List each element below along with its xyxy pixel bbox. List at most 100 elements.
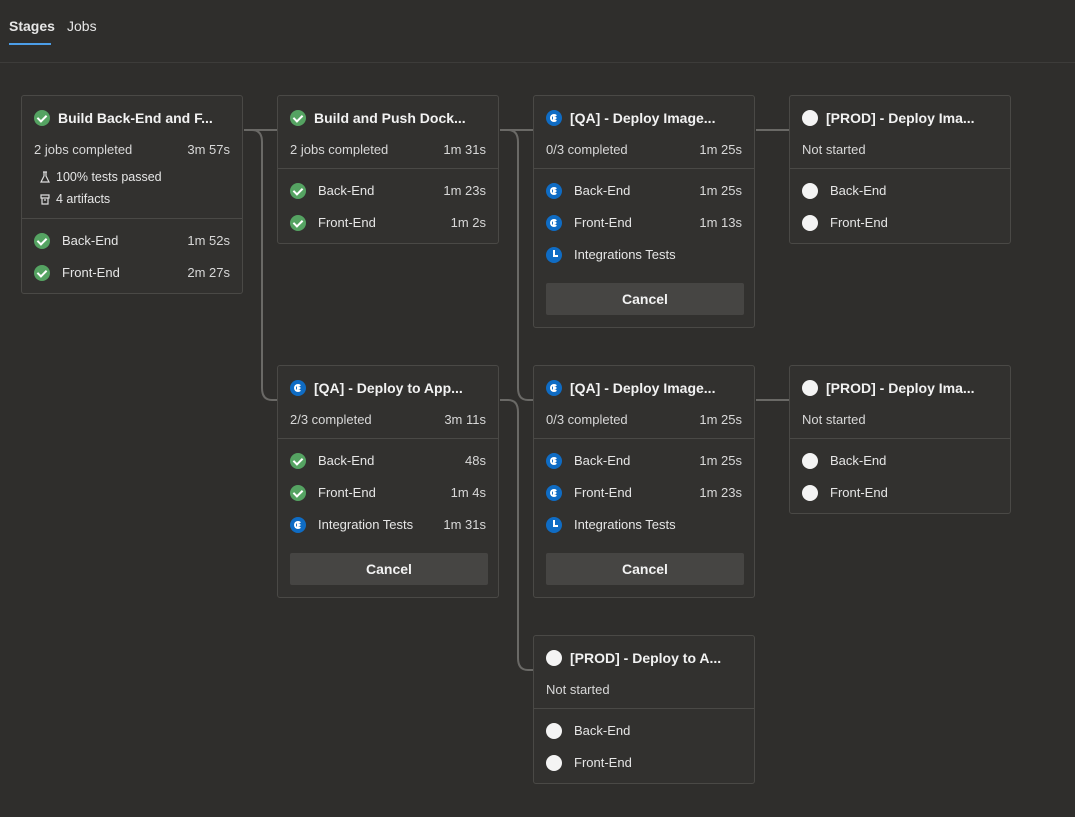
job-row-front-end[interactable]: Front-End 2m 27s — [22, 257, 242, 289]
cancel-button[interactable]: Cancel — [290, 553, 488, 585]
job-row-front-end[interactable]: Front-End 1m 13s — [534, 207, 754, 239]
job-name: Back-End — [574, 183, 631, 198]
job-name: Back-End — [62, 233, 119, 248]
stage-title: [QA] - Deploy Image... — [570, 380, 716, 396]
stage-duration: 3m 57s — [187, 142, 230, 157]
tab-jobs[interactable]: Jobs — [67, 18, 97, 34]
stage-summary: 2 jobs completed — [290, 142, 389, 157]
stage-title: [QA] - Deploy Image... — [570, 110, 716, 126]
stage-summary: Not started — [802, 412, 866, 427]
stage-duration: 3m 11s — [444, 412, 486, 427]
job-name: Back-End — [574, 453, 631, 468]
job-duration: 1m 25s — [699, 453, 742, 468]
job-row-front-end[interactable]: Front-End — [790, 207, 1010, 239]
connector-qa-app-to-prod-app — [500, 399, 533, 671]
job-name: Front-End — [318, 485, 376, 500]
job-name: Front-End — [574, 755, 632, 770]
running-icon — [546, 485, 562, 501]
not-started-icon — [546, 723, 562, 739]
running-icon — [546, 380, 562, 396]
job-row-front-end[interactable]: Front-End — [534, 747, 754, 779]
stage-duration: 1m 25s — [699, 412, 742, 427]
running-icon — [546, 110, 562, 126]
stage-title: Build Back-End and F... — [58, 110, 213, 126]
stage-title: Build and Push Dock... — [314, 110, 466, 126]
job-row-integration-tests[interactable]: Integration Tests 1m 31s — [278, 509, 498, 541]
stage-summary: 2/3 completed — [290, 412, 372, 427]
stage-card-prod-deploy-image-1[interactable]: [PROD] - Deploy Ima... Not started Back-… — [789, 95, 1011, 244]
active-tab-indicator — [9, 43, 51, 45]
stage-card-build[interactable]: Build Back-End and F... 2 jobs completed… — [21, 95, 243, 294]
job-row-front-end[interactable]: Front-End — [790, 477, 1010, 509]
box-icon — [40, 194, 50, 205]
success-icon — [290, 485, 306, 501]
job-duration: 1m 2s — [450, 215, 486, 230]
job-list: Back-End 1m 25s Front-End 1m 23s Integra… — [534, 439, 754, 545]
stage-card-qa-deploy-image-2[interactable]: [QA] - Deploy Image... 0/3 completed 1m … — [533, 365, 755, 598]
stage-card-prod-deploy-app[interactable]: [PROD] - Deploy to A... Not started Back… — [533, 635, 755, 784]
job-name: Front-End — [62, 265, 120, 280]
running-icon — [290, 380, 306, 396]
job-list: Back-End Front-End — [790, 169, 1010, 243]
job-duration: 1m 13s — [699, 215, 742, 230]
artifacts-link[interactable]: 4 artifacts — [40, 192, 110, 206]
job-duration: 1m 4s — [450, 485, 486, 500]
not-started-icon — [802, 485, 818, 501]
job-duration: 1m 31s — [443, 517, 486, 532]
stage-card-prod-deploy-image-2[interactable]: [PROD] - Deploy Ima... Not started Back-… — [789, 365, 1011, 514]
job-duration: 1m 23s — [443, 183, 486, 198]
connector-push-to-qa-image-2 — [500, 129, 533, 401]
job-row-back-end[interactable]: Back-End 1m 25s — [534, 175, 754, 207]
job-name: Back-End — [318, 183, 375, 198]
job-name: Back-End — [830, 453, 887, 468]
not-started-icon — [546, 650, 562, 666]
job-row-integration-tests[interactable]: Integrations Tests — [534, 239, 754, 271]
stage-summary: 0/3 completed — [546, 142, 628, 157]
stage-card-qa-deploy-app[interactable]: [QA] - Deploy to App... 2/3 completed 3m… — [277, 365, 499, 598]
job-duration: 2m 27s — [187, 265, 230, 280]
job-duration: 1m 52s — [187, 233, 230, 248]
success-icon — [34, 110, 50, 126]
artifacts-label: 4 artifacts — [56, 192, 111, 206]
job-list: Back-End Front-End — [534, 709, 754, 783]
job-name: Front-End — [318, 215, 376, 230]
job-row-back-end[interactable]: Back-End — [790, 445, 1010, 477]
job-name: Integrations Tests — [574, 517, 676, 532]
tab-stages[interactable]: Stages — [9, 18, 55, 34]
flask-icon — [40, 171, 50, 183]
success-icon — [290, 453, 306, 469]
clock-icon — [546, 517, 562, 533]
job-list: Back-End Front-End — [790, 439, 1010, 513]
cancel-button[interactable]: Cancel — [546, 283, 744, 315]
job-row-back-end[interactable]: Back-End — [790, 175, 1010, 207]
job-row-back-end[interactable]: Back-End — [534, 715, 754, 747]
stage-card-qa-deploy-image-1[interactable]: [QA] - Deploy Image... 0/3 completed 1m … — [533, 95, 755, 328]
success-icon — [290, 183, 306, 199]
cancel-button[interactable]: Cancel — [546, 553, 744, 585]
job-row-integration-tests[interactable]: Integrations Tests — [534, 509, 754, 541]
job-row-back-end[interactable]: Back-End 1m 25s — [534, 445, 754, 477]
job-duration: 48s — [465, 453, 486, 468]
job-name: Front-End — [830, 215, 888, 230]
job-row-back-end[interactable]: Back-End 48s — [278, 445, 498, 477]
success-icon — [34, 265, 50, 281]
job-row-back-end[interactable]: Back-End 1m 52s — [22, 225, 242, 257]
not-started-icon — [802, 453, 818, 469]
success-icon — [290, 110, 306, 126]
job-duration: 1m 25s — [699, 183, 742, 198]
job-list: Back-End 1m 52s Front-End 2m 27s — [22, 219, 242, 293]
job-name: Back-End — [830, 183, 887, 198]
job-row-front-end[interactable]: Front-End 1m 2s — [278, 207, 498, 239]
job-list: Back-End 48s Front-End 1m 4s Integration… — [278, 439, 498, 545]
tests-summary[interactable]: 100% tests passed — [40, 170, 162, 184]
not-started-icon — [802, 215, 818, 231]
job-row-front-end[interactable]: Front-End 1m 23s — [534, 477, 754, 509]
stage-card-build-push-docker[interactable]: Build and Push Dock... 2 jobs completed … — [277, 95, 499, 244]
success-icon — [290, 215, 306, 231]
job-row-back-end[interactable]: Back-End 1m 23s — [278, 175, 498, 207]
stage-title: [PROD] - Deploy to A... — [570, 650, 722, 666]
job-row-front-end[interactable]: Front-End 1m 4s — [278, 477, 498, 509]
job-name: Front-End — [574, 485, 632, 500]
running-icon — [546, 453, 562, 469]
job-list: Back-End 1m 25s Front-End 1m 13s Integra… — [534, 169, 754, 275]
